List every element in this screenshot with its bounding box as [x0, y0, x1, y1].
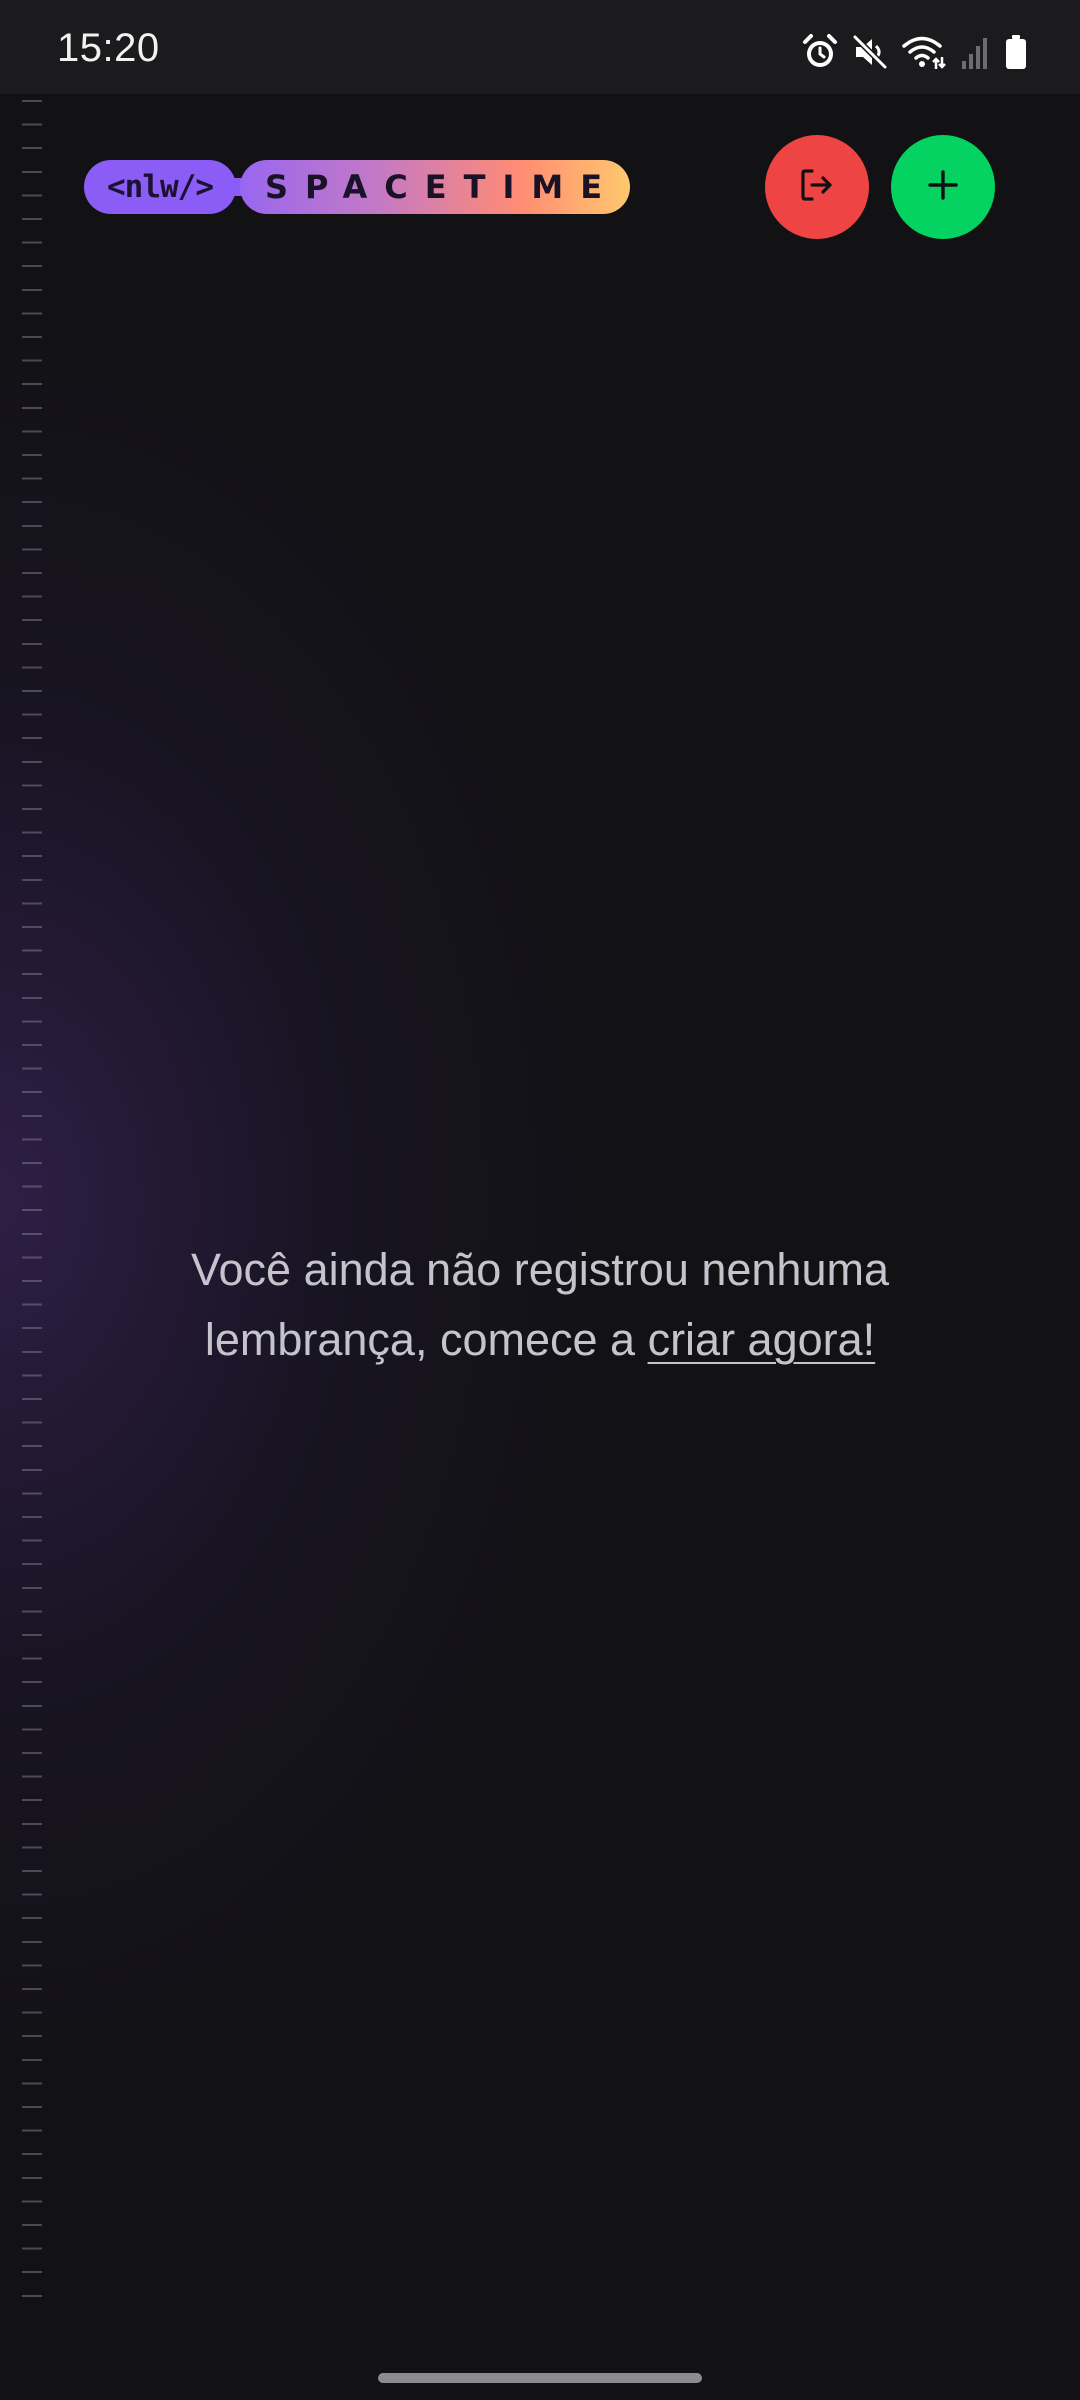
logout-button[interactable] [765, 135, 869, 239]
alarm-icon [802, 33, 838, 71]
status-bar: 15:20 [0, 0, 1080, 94]
empty-state-message: Você ainda não registrou nenhuma lembran… [100, 1235, 980, 1375]
status-time: 15:20 [57, 26, 160, 70]
logout-icon [797, 165, 837, 210]
add-memory-button[interactable] [891, 135, 995, 239]
create-now-link[interactable]: criar agora! [648, 1314, 876, 1365]
app-screen: 15:20 <nlw/> SPACETIME Você ainda não re… [0, 0, 1080, 2400]
battery-icon [1004, 33, 1028, 71]
plus-icon [925, 167, 961, 208]
nlw-spacetime-logo: <nlw/> SPACETIME [84, 160, 630, 214]
logo-nlw: <nlw/> [84, 160, 236, 214]
logo-spacetime: SPACETIME [240, 160, 630, 214]
mute-icon [852, 33, 888, 71]
home-indicator[interactable] [378, 2373, 702, 2383]
timeline-ruler [22, 100, 42, 2310]
wifi-icon [902, 33, 946, 71]
signal-icon [960, 33, 990, 71]
status-icons [802, 30, 1028, 74]
